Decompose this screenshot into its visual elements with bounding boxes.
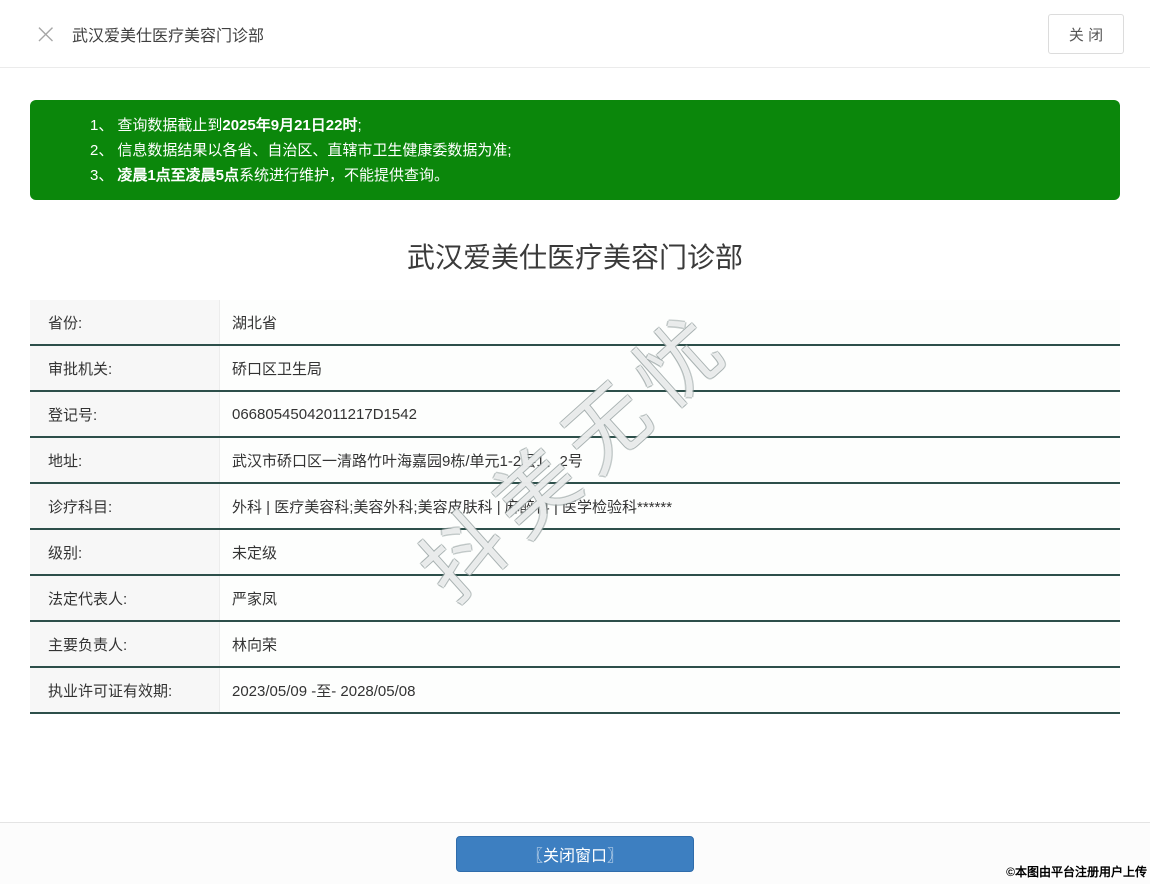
- notice-text: 系统进行维护，不能提供查询。: [239, 167, 450, 184]
- clinic-name-title: 武汉爱美仕医疗美容门诊部: [406, 242, 743, 273]
- notice-bold-text: 凌晨1点至凌晨5点: [117, 167, 240, 184]
- notice-text: 查询数据截止到: [117, 117, 223, 134]
- row-label: 法定代表人:: [30, 576, 220, 620]
- notice-number: 2、: [90, 142, 114, 159]
- row-value: 林向荣: [232, 636, 278, 654]
- notice-banner: 1、 查询数据截止到2025年9月21日22时; 2、 信息数据结果以各省、自治区、…: [30, 100, 1120, 200]
- notice-text: 信息数据结果以各省、自治区、直辖市卫生健康委数据为准;: [117, 142, 512, 159]
- row-value: 硚口区卫生局: [232, 360, 323, 378]
- row-label: 地址:: [30, 438, 220, 482]
- row-label: 登记号:: [30, 392, 220, 436]
- table-row-license-validity: 执业许可证有效期: 2023/05/09 -至- 2028/05/08: [30, 668, 1120, 714]
- footer-bar: 〖关闭窗口〗: [0, 822, 1150, 884]
- notice-bold-text: 2025年9月21日22时: [222, 117, 358, 134]
- row-label: 审批机关:: [30, 346, 220, 390]
- close-window-button[interactable]: 〖关闭窗口〗: [456, 836, 694, 872]
- table-row-province: 省份: 湖北省: [30, 300, 1120, 346]
- table-row-approval-authority: 审批机关: 硚口区卫生局: [30, 346, 1120, 392]
- top-bar: × 武汉爱美仕医疗美容门诊部 关 闭: [0, 0, 1150, 68]
- table-row-address: 地址: 武汉市硚口区一清路竹叶海嘉园9栋/单元1-2层1、2号: [30, 438, 1120, 484]
- window-title: 武汉爱美仕医疗美容门诊部: [72, 27, 265, 45]
- table-row-level: 级别: 未定级: [30, 530, 1120, 576]
- row-label: 级别:: [30, 530, 220, 574]
- notice-text: ;: [357, 117, 362, 134]
- row-value: 严家凤: [232, 590, 278, 608]
- notice-line-3: 3、 凌晨1点至凌晨5点系统进行维护，不能提供查询。: [90, 163, 1100, 188]
- notice-number: 1、: [90, 117, 114, 134]
- row-label: 诊疗科目:: [30, 484, 220, 528]
- row-value: 未定级: [232, 544, 278, 562]
- table-row-principal: 主要负责人: 林向荣: [30, 622, 1120, 668]
- image-credit-watermark: ©本图由平台注册用户上传: [1006, 865, 1147, 879]
- table-row-registration-number: 登记号: 06680545042011217D1542: [30, 392, 1120, 438]
- table-row-legal-representative: 法定代表人: 严家凤: [30, 576, 1120, 622]
- notice-line-2: 2、 信息数据结果以各省、自治区、直辖市卫生健康委数据为准;: [90, 138, 1100, 163]
- row-value: 06680545042011217D1542: [232, 405, 417, 423]
- close-button[interactable]: 关 闭: [1048, 14, 1124, 54]
- row-value: 外科 | 医疗美容科;美容外科;美容皮肤科 | 麻醉科 | 医学检验科*****…: [232, 498, 673, 516]
- close-icon[interactable]: ×: [34, 19, 57, 48]
- table-row-medical-departments: 诊疗科目: 外科 | 医疗美容科;美容外科;美容皮肤科 | 麻醉科 | 医学检验…: [30, 484, 1120, 530]
- row-value: 湖北省: [232, 314, 278, 332]
- notice-number: 3、: [90, 167, 114, 184]
- row-label: 主要负责人:: [30, 622, 220, 666]
- row-value: 2023/05/09 -至- 2028/05/08: [232, 682, 416, 700]
- notice-line-1: 1、 查询数据截止到2025年9月21日22时;: [90, 113, 1100, 138]
- row-value: 武汉市硚口区一清路竹叶海嘉园9栋/单元1-2层1、2号: [232, 452, 583, 470]
- row-label: 执业许可证有效期:: [30, 668, 220, 712]
- row-label: 省份:: [30, 300, 220, 344]
- clinic-info-table: 省份: 湖北省 审批机关: 硚口区卫生局 登记号: 06680545042011…: [30, 300, 1120, 714]
